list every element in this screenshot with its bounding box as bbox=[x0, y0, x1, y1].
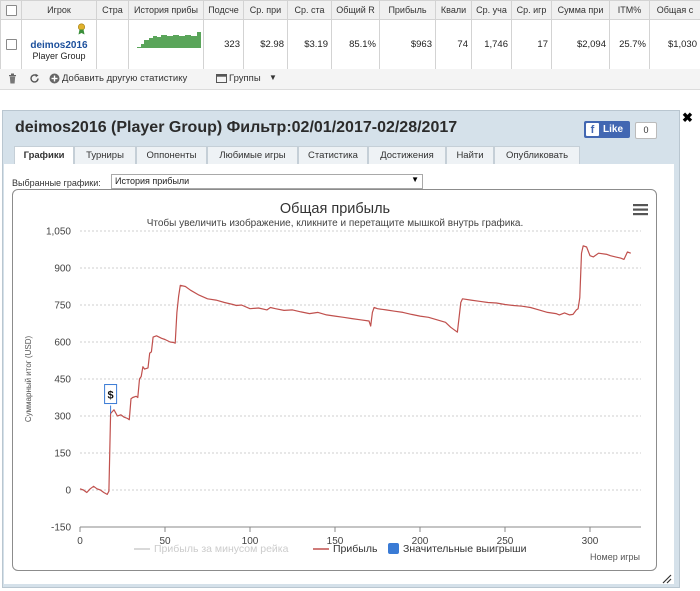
avg-stake-cell: $3.19 bbox=[287, 19, 332, 70]
profit-cell: $963 bbox=[379, 19, 436, 70]
facebook-like-button[interactable]: f Like bbox=[584, 121, 630, 138]
chart-title: Общая прибыль bbox=[280, 201, 390, 217]
chart-type-select[interactable]: История прибыли ▼ bbox=[111, 174, 423, 189]
stats-table: Игрок Стра История прибы Подсче Ср. при … bbox=[0, 0, 700, 70]
player-name-link[interactable]: deimos2016 bbox=[25, 40, 93, 51]
x-axis-label: Номер игры bbox=[590, 552, 640, 562]
row-checkbox[interactable] bbox=[5, 38, 17, 50]
column-header[interactable]: Сумма при bbox=[551, 0, 610, 20]
tab-tournaments[interactable]: Турниры bbox=[74, 146, 136, 164]
add-icon[interactable] bbox=[49, 73, 60, 84]
y-tick-label: 150 bbox=[54, 449, 71, 460]
avg-entrants-cell: 1,746 bbox=[471, 19, 512, 70]
legend-big-wins-label: Значительные выигрыши bbox=[403, 543, 527, 555]
column-header[interactable]: Ср. уча bbox=[471, 0, 512, 20]
table-toolbar: Добавить другую статистику Группы ▼ bbox=[0, 69, 700, 90]
x-tick-label: 0 bbox=[77, 536, 83, 547]
close-icon[interactable]: ✖ bbox=[682, 110, 693, 126]
player-group-label: Player Group bbox=[32, 51, 86, 61]
legend-net-rake-label: Прибыль за минусом рейка bbox=[154, 543, 289, 555]
tab-find[interactable]: Найти bbox=[446, 146, 494, 164]
y-tick-label: -150 bbox=[51, 523, 71, 534]
country-cell bbox=[96, 19, 129, 70]
y-tick-label: 1,050 bbox=[46, 227, 71, 238]
y-tick-label: 300 bbox=[54, 412, 71, 423]
column-header[interactable]: Игрок bbox=[21, 0, 97, 20]
big-win-marker-label: $ bbox=[108, 390, 114, 402]
column-header[interactable]: Общий R bbox=[331, 0, 380, 20]
profit-history-cell bbox=[128, 19, 204, 70]
column-header[interactable]: ITM% bbox=[609, 0, 650, 20]
resize-handle-icon[interactable] bbox=[662, 574, 672, 584]
facebook-like-count: 0 bbox=[635, 122, 657, 139]
tab-opponents[interactable]: Оппоненты bbox=[136, 146, 207, 164]
profit-chart[interactable]: Общая прибыль Чтобы увеличить изображени… bbox=[13, 190, 658, 572]
avg-profit-cell: $2.98 bbox=[243, 19, 288, 70]
tab-statistics[interactable]: Статистика bbox=[298, 146, 368, 164]
y-tick-label: 600 bbox=[54, 338, 71, 349]
y-tick-label: 450 bbox=[54, 375, 71, 386]
trash-icon[interactable] bbox=[8, 73, 17, 84]
total-roi-cell: 85.1% bbox=[331, 19, 380, 70]
column-header[interactable]: Ср. при bbox=[243, 0, 288, 20]
column-header[interactable]: Стра bbox=[96, 0, 129, 20]
popup-title: deimos2016 (Player Group) Фильтр:02/01/2… bbox=[15, 119, 458, 136]
groups-dropdown[interactable]: Группы bbox=[229, 73, 261, 84]
chart-container[interactable]: Общая прибыль Чтобы увеличить изображени… bbox=[12, 189, 657, 571]
column-header[interactable]: Подсче bbox=[203, 0, 244, 20]
chart-subtitle: Чтобы увеличить изображение, кликните и … bbox=[147, 217, 524, 229]
table-header-row: Игрок Стра История прибы Подсче Ср. при … bbox=[0, 0, 700, 20]
column-header[interactable]: Ср. ста bbox=[287, 0, 332, 20]
count-cell: 323 bbox=[203, 19, 244, 70]
tab-publish[interactable]: Опубликовать bbox=[494, 146, 580, 164]
add-stat-button[interactable]: Добавить другую статистику bbox=[62, 73, 187, 84]
column-header[interactable]: История прибы bbox=[128, 0, 204, 20]
itm-cell: 25.7% bbox=[609, 19, 650, 70]
y-tick-label: 900 bbox=[54, 264, 71, 275]
chart-type-value: История прибыли bbox=[115, 176, 190, 186]
select-all-checkbox[interactable] bbox=[5, 4, 17, 16]
tab-achievements[interactable]: Достижения bbox=[368, 146, 446, 164]
column-header[interactable]: Прибыль bbox=[379, 0, 436, 20]
x-tick-label: 300 bbox=[582, 536, 599, 547]
chart-menu-icon[interactable] bbox=[633, 204, 648, 216]
column-header[interactable]: Общая с bbox=[649, 0, 700, 20]
column-header[interactable]: Ср. игр bbox=[511, 0, 552, 20]
table-row: deimos2016 Player Group 323 $2.98 $3.19 … bbox=[0, 19, 700, 70]
selected-charts-label: Выбранные графики: bbox=[12, 178, 101, 188]
facebook-icon: f bbox=[586, 123, 599, 136]
groups-icon[interactable] bbox=[216, 74, 227, 83]
legend-profit-label: Прибыль bbox=[333, 543, 378, 555]
legend-big-wins-swatch bbox=[388, 543, 399, 554]
select-all-checkbox-cell[interactable] bbox=[0, 0, 22, 20]
column-header[interactable]: Квали bbox=[435, 0, 472, 20]
profit-sparkline bbox=[137, 32, 203, 48]
avg-games-cell: 17 bbox=[511, 19, 552, 70]
y-tick-label: 0 bbox=[65, 486, 71, 497]
facebook-like-label: Like bbox=[603, 124, 624, 135]
total-stake-cell: $1,030 bbox=[649, 19, 700, 70]
award-icon bbox=[77, 23, 86, 35]
chevron-down-icon[interactable]: ▼ bbox=[269, 73, 277, 82]
chevron-down-icon[interactable]: ▼ bbox=[411, 175, 419, 184]
tab-charts[interactable]: Графики bbox=[14, 146, 74, 165]
y-axis-label: Суммарный итог (USD) bbox=[24, 336, 33, 423]
row-checkbox-cell[interactable] bbox=[0, 19, 22, 70]
total-prize-cell: $2,094 bbox=[551, 19, 610, 70]
refresh-icon[interactable] bbox=[29, 73, 40, 84]
y-tick-label: 750 bbox=[54, 301, 71, 312]
profit-series-line bbox=[79, 245, 631, 495]
tab-favorite-games[interactable]: Любимые игры bbox=[207, 146, 298, 164]
qualifier-cell: 74 bbox=[435, 19, 472, 70]
